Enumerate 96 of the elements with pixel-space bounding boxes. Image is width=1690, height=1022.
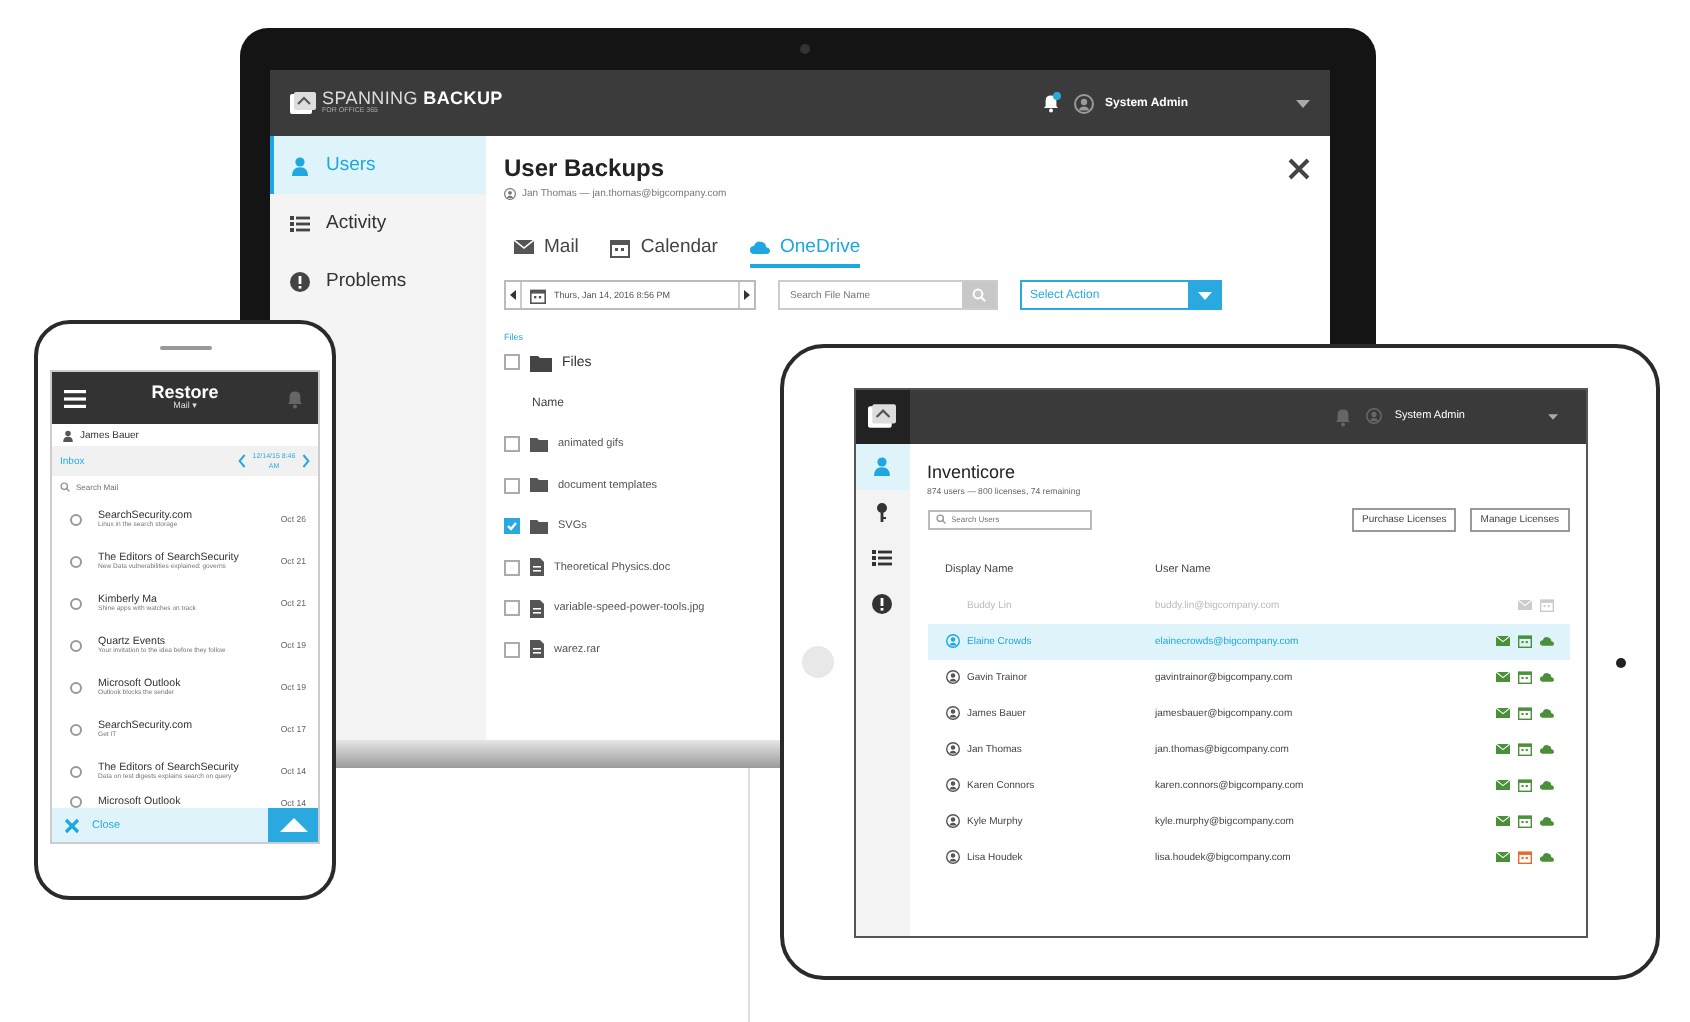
file-icon: [530, 558, 544, 577]
next-arrow-icon[interactable]: [738, 282, 754, 308]
bell-icon[interactable]: [1039, 92, 1062, 114]
calendar-icon: [530, 287, 546, 303]
avatar-icon: [945, 706, 959, 720]
search-icon: [935, 514, 945, 524]
next-chevron-icon[interactable]: [302, 454, 310, 468]
avatar-icon: [945, 634, 959, 648]
person-icon: [872, 456, 892, 476]
mail-icon: [1517, 599, 1531, 611]
calendar-icon: [1517, 706, 1531, 720]
cloud-icon: [749, 240, 770, 254]
checkbox[interactable]: [504, 600, 520, 617]
key-icon: [872, 502, 892, 522]
up-arrow-icon: [279, 818, 307, 832]
checkbox[interactable]: [504, 354, 520, 371]
cloud-icon: [1539, 708, 1553, 718]
checkbox[interactable]: [504, 641, 520, 658]
select-circle[interactable]: [70, 597, 82, 609]
checkbox[interactable]: [504, 436, 520, 453]
select-circle[interactable]: [70, 639, 82, 651]
checkbox[interactable]: [504, 518, 520, 535]
nav-item[interactable]: Problems: [270, 252, 486, 310]
calendar-icon: [1517, 814, 1531, 828]
tab[interactable]: Mail: [514, 236, 579, 268]
cloud-icon: [1539, 816, 1553, 826]
folder-icon: [530, 353, 552, 372]
logo-icon: [290, 92, 316, 114]
avatar-icon: [1366, 408, 1383, 424]
tab[interactable]: Calendar: [610, 236, 718, 268]
screen-title: Restore: [151, 383, 219, 402]
mail-icon: [1495, 671, 1509, 683]
alert-icon: [290, 271, 310, 291]
avatar-icon: [504, 188, 516, 200]
cloud-icon: [1539, 672, 1553, 682]
avatar-icon: [945, 742, 959, 756]
restore-button[interactable]: [268, 808, 318, 842]
calendar-icon: [1517, 634, 1531, 648]
caret-icon[interactable]: [1547, 413, 1557, 419]
file-icon: [530, 640, 544, 659]
page-title: Inventicore: [927, 461, 1018, 481]
calendar-icon: [1517, 742, 1531, 756]
close-icon: [64, 817, 80, 833]
cloud-icon: [1539, 852, 1553, 862]
select-circle[interactable]: [70, 765, 82, 777]
logo-icon: [868, 404, 896, 428]
mail-icon: [1495, 635, 1509, 647]
cloud-icon: [1539, 780, 1553, 790]
cloud-icon: [1539, 744, 1553, 754]
search-button[interactable]: [962, 282, 996, 308]
page-title: User Backups: [504, 154, 665, 182]
alert-icon: [872, 594, 892, 614]
person-icon: [62, 429, 74, 441]
avatar-icon: [945, 814, 959, 828]
select-circle[interactable]: [70, 681, 82, 693]
avatar-icon: [945, 670, 959, 684]
previous-arrow-icon[interactable]: [506, 282, 522, 308]
camera-dot: [800, 44, 810, 54]
mail-icon: [514, 239, 534, 255]
folder-icon: [530, 478, 548, 493]
calendar-icon: [1517, 670, 1531, 684]
menu-icon[interactable]: [64, 389, 86, 407]
cloud-icon: [1539, 636, 1553, 646]
nav-item[interactable]: Activity: [270, 194, 486, 252]
list-icon: [290, 213, 310, 233]
brand-name: SPANNING BACKUP: [322, 90, 503, 109]
calendar-icon: [1539, 598, 1553, 612]
select-circle[interactable]: [70, 513, 82, 525]
calendar-icon: [1517, 778, 1531, 792]
calendar-icon: [1517, 850, 1531, 864]
avatar-icon: [945, 778, 959, 792]
folder-icon: [530, 519, 548, 534]
list-icon: [872, 548, 892, 568]
search-icon: [60, 482, 70, 492]
folder-icon: [530, 437, 548, 452]
checkbox[interactable]: [504, 559, 520, 576]
camera-dot: [1616, 657, 1627, 667]
caret-icon[interactable]: [1296, 99, 1310, 107]
close-icon[interactable]: [1288, 157, 1310, 179]
search-icon: [972, 288, 986, 302]
person-icon: [290, 155, 310, 175]
select-circle[interactable]: [70, 555, 82, 567]
select-circle[interactable]: [70, 723, 82, 735]
previous-chevron-icon[interactable]: [238, 454, 246, 468]
file-icon: [530, 599, 544, 618]
avatar-icon: [1073, 93, 1094, 113]
mail-icon: [1495, 743, 1509, 755]
nav-item[interactable]: [855, 443, 909, 489]
caret-icon: [1197, 291, 1211, 299]
checkbox[interactable]: [504, 477, 520, 494]
mail-icon: [1495, 815, 1509, 827]
avatar-icon: [945, 850, 959, 864]
mail-icon: [1495, 779, 1509, 791]
mail-icon: [1495, 851, 1509, 863]
calendar-icon: [610, 237, 631, 257]
mail-icon: [1495, 707, 1509, 719]
